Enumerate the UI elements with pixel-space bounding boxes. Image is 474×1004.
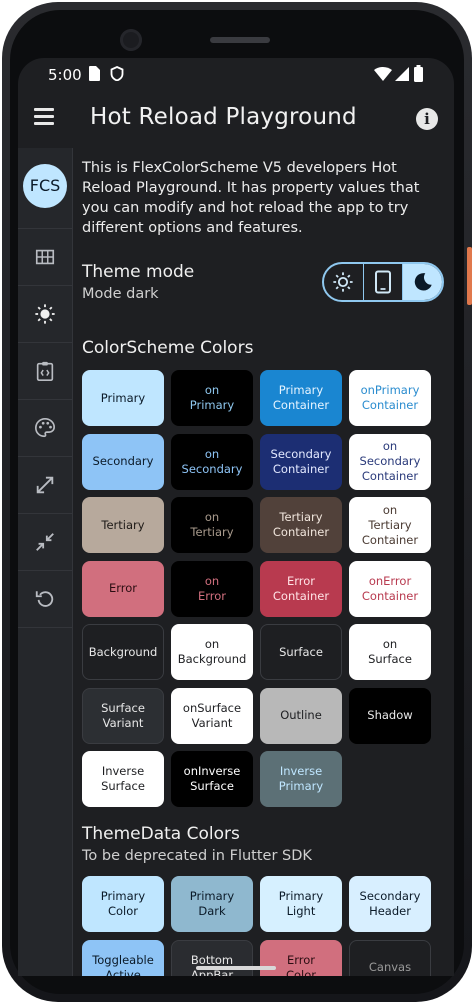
colorscheme-tile[interactable]: onPrimary Container bbox=[349, 370, 431, 426]
app-screen: 5:00 Hot Reload Playground i FCS This is… bbox=[18, 58, 454, 976]
colorscheme-tile[interactable]: on Tertiary Container bbox=[349, 497, 431, 553]
menu-icon[interactable] bbox=[34, 108, 56, 128]
themedata-tile[interactable]: Toggleable Active bbox=[82, 939, 164, 976]
rail-item-grid[interactable] bbox=[18, 228, 72, 285]
colorscheme-tile[interactable]: on Background bbox=[171, 624, 253, 680]
rail-item-reset[interactable] bbox=[18, 570, 72, 627]
navigation-rail: FCS bbox=[18, 148, 73, 976]
themedata-tile[interactable]: Error Color bbox=[260, 939, 342, 976]
themedata-tile[interactable]: Bottom AppBar bbox=[171, 939, 253, 976]
themedata-section-subtitle: To be deprecated in Flutter SDK bbox=[82, 848, 312, 864]
colorscheme-tile[interactable]: Inverse Primary bbox=[260, 751, 342, 807]
shield-icon bbox=[110, 66, 124, 81]
status-time: 5:00 bbox=[48, 66, 82, 84]
colorscheme-tile[interactable]: Error bbox=[82, 560, 164, 617]
light-mode-button[interactable] bbox=[324, 264, 364, 300]
sim-card-icon bbox=[89, 66, 100, 81]
avatar[interactable]: FCS bbox=[23, 164, 67, 208]
rail-item-palette[interactable] bbox=[18, 399, 72, 456]
colorscheme-tile[interactable]: on Primary bbox=[171, 370, 253, 426]
colorscheme-tile[interactable]: Surface bbox=[260, 624, 342, 680]
theme-mode-toggle bbox=[322, 262, 444, 302]
system-mode-icon bbox=[375, 270, 391, 294]
colorscheme-tile[interactable]: onError Container bbox=[349, 560, 431, 617]
colorscheme-tile[interactable]: Background bbox=[82, 624, 164, 680]
app-title: Hot Reload Playground bbox=[90, 104, 357, 130]
signal-icon bbox=[395, 67, 409, 81]
colorscheme-tile[interactable]: Secondary Container bbox=[260, 433, 342, 490]
colorscheme-tile[interactable]: Primary bbox=[82, 370, 164, 426]
colorscheme-tile[interactable]: on Secondary Container bbox=[349, 433, 431, 490]
colorscheme-tile[interactable]: Tertiary bbox=[82, 497, 164, 553]
palette-icon bbox=[35, 418, 55, 438]
rail-item-code[interactable] bbox=[18, 342, 72, 399]
wifi-icon bbox=[374, 67, 392, 81]
colorscheme-section-title: ColorScheme Colors bbox=[82, 338, 254, 358]
grid-icon bbox=[35, 249, 55, 265]
colorscheme-tile[interactable]: Outline bbox=[260, 687, 342, 744]
themedata-tile[interactable]: Primary Dark bbox=[171, 876, 253, 932]
colorscheme-tile[interactable]: onSurface Variant bbox=[171, 687, 253, 744]
brightness-icon bbox=[35, 304, 55, 324]
themedata-tile[interactable]: Secondary Header bbox=[349, 876, 431, 932]
dark-mode-button[interactable] bbox=[403, 264, 442, 300]
colorscheme-tile[interactable]: on Error bbox=[171, 560, 253, 617]
colorscheme-tile[interactable]: Surface Variant bbox=[82, 687, 164, 744]
colorscheme-tile[interactable]: Shadow bbox=[349, 687, 431, 744]
dark-mode-icon bbox=[414, 273, 432, 291]
status-bar: 5:00 bbox=[18, 58, 454, 90]
intro-text: This is FlexColorScheme V5 developers Ho… bbox=[82, 160, 420, 236]
rail-item-theme[interactable] bbox=[18, 285, 72, 342]
theme-mode-title: Theme mode bbox=[82, 262, 195, 282]
rail-item-collapse[interactable] bbox=[18, 513, 72, 570]
colorscheme-tile[interactable]: Inverse Surface bbox=[82, 751, 164, 807]
colorscheme-tile[interactable]: Secondary bbox=[82, 433, 164, 490]
themedata-tile[interactable]: Canvas bbox=[349, 939, 431, 976]
rail-item-expand[interactable] bbox=[18, 456, 72, 513]
collapse-icon bbox=[36, 533, 54, 551]
reset-icon bbox=[35, 591, 54, 607]
app-bar: Hot Reload Playground i bbox=[18, 90, 454, 148]
colorscheme-tile[interactable]: on Surface bbox=[349, 624, 431, 680]
front-camera bbox=[120, 29, 142, 51]
content-panel: This is FlexColorScheme V5 developers Ho… bbox=[82, 148, 446, 976]
battery-icon bbox=[414, 65, 423, 82]
colorscheme-tile[interactable]: on Secondary bbox=[171, 433, 253, 490]
code-clipboard-icon bbox=[36, 361, 54, 381]
themedata-tile[interactable]: Primary Color bbox=[82, 876, 164, 932]
expand-icon bbox=[36, 476, 54, 494]
home-indicator[interactable] bbox=[196, 966, 276, 970]
info-icon[interactable]: i bbox=[416, 108, 438, 130]
light-mode-icon bbox=[333, 272, 353, 292]
earpiece-speaker bbox=[210, 37, 270, 43]
colorscheme-tile[interactable]: onInverse Surface bbox=[171, 751, 253, 807]
themedata-tile[interactable]: Primary Light bbox=[260, 876, 342, 932]
colorscheme-tile[interactable]: Error Container bbox=[260, 560, 342, 617]
colorscheme-tile[interactable]: on Tertiary bbox=[171, 497, 253, 553]
colorscheme-tile[interactable]: Tertiary Container bbox=[260, 497, 342, 553]
themedata-section-title: ThemeData Colors bbox=[82, 824, 240, 844]
system-mode-button[interactable] bbox=[364, 264, 404, 300]
power-button bbox=[467, 247, 472, 305]
theme-mode-subtitle: Mode dark bbox=[82, 286, 159, 302]
colorscheme-tile[interactable]: Primary Container bbox=[260, 370, 342, 426]
